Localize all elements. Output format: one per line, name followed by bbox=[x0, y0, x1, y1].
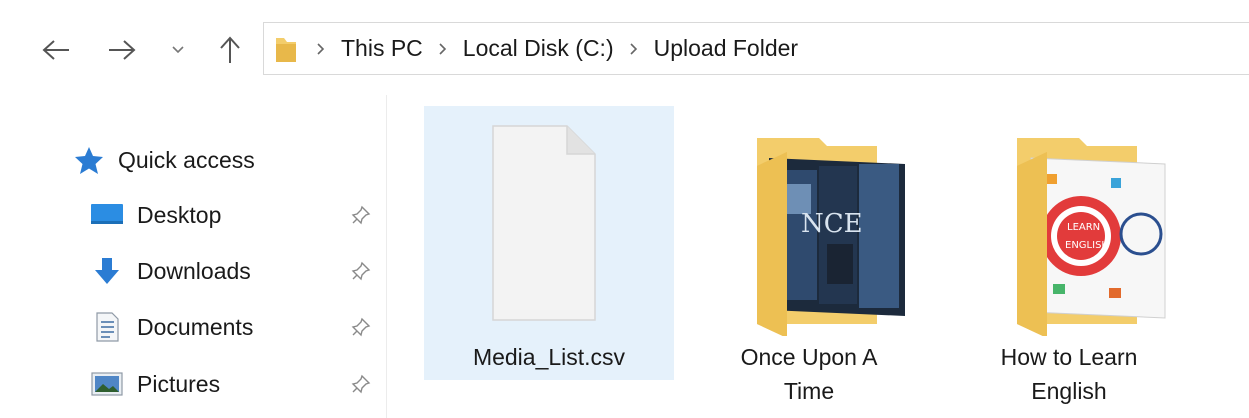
svg-text:LEARN: LEARN bbox=[1067, 222, 1100, 233]
sidebar-item-documents[interactable]: Documents bbox=[0, 301, 386, 353]
folder-item-how-to-learn-english[interactable]: LEARN ENGLISH How to Learn English bbox=[944, 106, 1194, 404]
sidebar-item-pictures[interactable]: Pictures bbox=[0, 358, 386, 410]
desktop-icon bbox=[90, 200, 124, 230]
folder-name: How to Learn English bbox=[944, 340, 1194, 408]
file-item-media-list[interactable]: Media_List.csv bbox=[424, 106, 674, 380]
breadcrumb-local-disk[interactable]: Local Disk (C:) bbox=[460, 35, 617, 62]
back-button[interactable] bbox=[38, 30, 74, 70]
folder-name-line: How to Learn bbox=[1000, 344, 1138, 370]
pin-icon[interactable] bbox=[348, 314, 374, 340]
arrow-left-icon bbox=[42, 40, 69, 60]
folder-name: Once Upon A Time bbox=[684, 340, 934, 408]
recent-locations-button[interactable] bbox=[164, 30, 192, 70]
navigation-pane: Quick access Desktop Downloads Documents… bbox=[0, 90, 388, 418]
download-arrow-icon bbox=[90, 256, 124, 286]
up-button[interactable] bbox=[212, 30, 248, 70]
svg-text:NCE: NCE bbox=[801, 209, 863, 239]
chevron-down-icon bbox=[172, 46, 184, 54]
folder-name-line: Time bbox=[783, 378, 835, 404]
chevron-right-icon[interactable] bbox=[617, 29, 651, 69]
folder-with-preview-icon: LEARN ENGLISH bbox=[944, 124, 1194, 336]
sidebar-item-label: Pictures bbox=[137, 370, 221, 397]
forward-button[interactable] bbox=[104, 30, 140, 70]
svg-text:ENGLISH: ENGLISH bbox=[1065, 240, 1109, 251]
arrow-up-icon bbox=[220, 36, 240, 63]
arrow-right-icon bbox=[109, 40, 136, 60]
picture-icon bbox=[90, 369, 124, 399]
pin-icon[interactable] bbox=[348, 371, 374, 397]
folder-name-line: English bbox=[1031, 378, 1107, 404]
sidebar-item-desktop[interactable]: Desktop bbox=[0, 189, 386, 241]
pin-icon[interactable] bbox=[348, 202, 374, 228]
document-icon bbox=[90, 312, 124, 342]
sidebar-item-label: Documents bbox=[137, 313, 254, 340]
sidebar-item-label: Desktop bbox=[137, 201, 222, 228]
star-icon bbox=[72, 145, 106, 175]
sidebar-item-label: Quick access bbox=[118, 146, 255, 173]
breadcrumb-upload-folder[interactable]: Upload Folder bbox=[651, 35, 801, 62]
chevron-right-icon[interactable] bbox=[426, 29, 460, 69]
file-name: Media_List.csv bbox=[472, 344, 626, 370]
chevron-right-icon[interactable] bbox=[304, 29, 338, 69]
folder-item-once-upon-a-time[interactable]: NCE Once Upon A Time bbox=[684, 106, 934, 404]
folder-icon bbox=[274, 31, 304, 67]
pane-divider bbox=[386, 95, 387, 418]
sidebar-item-downloads[interactable]: Downloads bbox=[0, 245, 386, 297]
folder-with-preview-icon: NCE bbox=[684, 124, 934, 336]
sidebar-item-label: Downloads bbox=[137, 257, 251, 284]
sidebar-item-quick-access[interactable]: Quick access bbox=[0, 134, 386, 186]
blank-file-icon bbox=[424, 124, 674, 336]
address-bar[interactable]: This PC Local Disk (C:) Upload Folder bbox=[263, 22, 1249, 75]
breadcrumb-this-pc[interactable]: This PC bbox=[338, 35, 426, 62]
pin-icon[interactable] bbox=[348, 258, 374, 284]
folder-name-line: Once Upon A bbox=[740, 344, 878, 370]
